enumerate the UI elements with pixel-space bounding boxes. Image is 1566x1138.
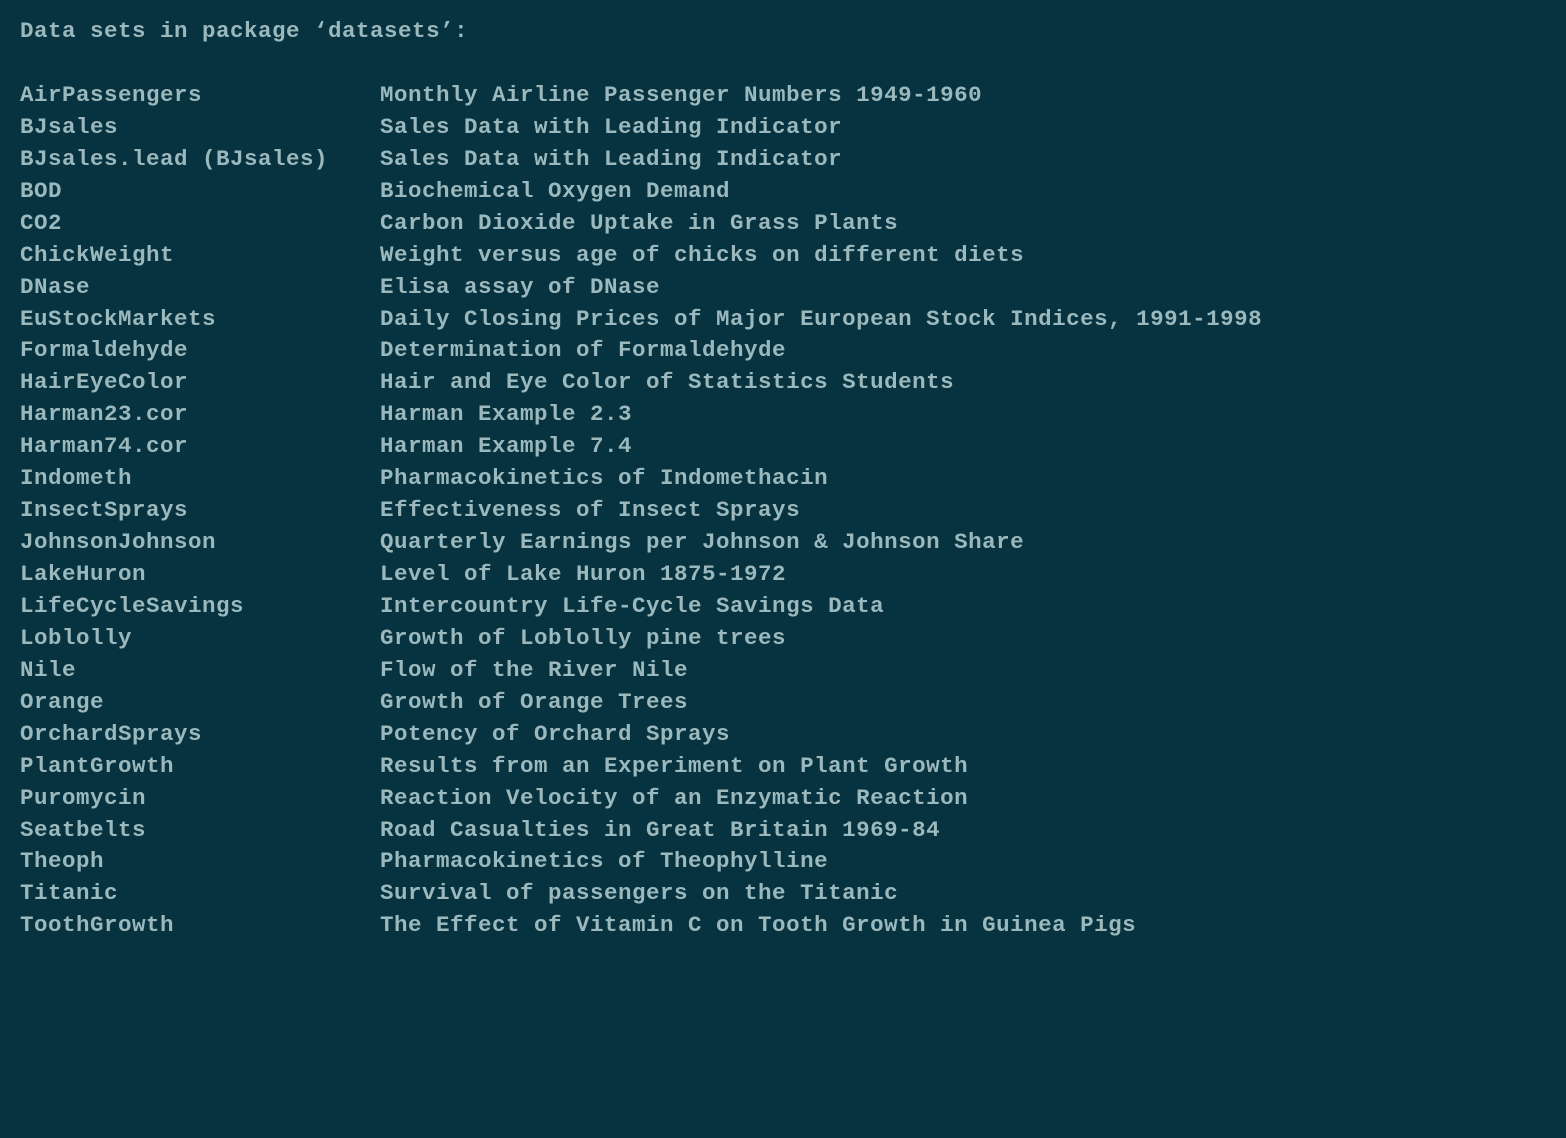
dataset-name: Indometh [20,463,380,495]
dataset-description: Carbon Dioxide Uptake in Grass Plants [380,208,1546,240]
dataset-name: Orange [20,687,380,719]
dataset-name: AirPassengers [20,80,380,112]
dataset-name: DNase [20,272,380,304]
dataset-name: Harman23.cor [20,399,380,431]
dataset-description: Survival of passengers on the Titanic [380,878,1546,910]
dataset-row: BJsales.lead (BJsales)Sales Data with Le… [20,144,1546,176]
dataset-name: Harman74.cor [20,431,380,463]
dataset-description: Harman Example 7.4 [380,431,1546,463]
dataset-row: DNaseElisa assay of DNase [20,272,1546,304]
dataset-description: Hair and Eye Color of Statistics Student… [380,367,1546,399]
dataset-name: PlantGrowth [20,751,380,783]
dataset-row: PuromycinReaction Velocity of an Enzymat… [20,783,1546,815]
dataset-description: Quarterly Earnings per Johnson & Johnson… [380,527,1546,559]
dataset-name: InsectSprays [20,495,380,527]
dataset-name: HairEyeColor [20,367,380,399]
dataset-name: Seatbelts [20,815,380,847]
dataset-name: Titanic [20,878,380,910]
dataset-name: Theoph [20,846,380,878]
dataset-row: BODBiochemical Oxygen Demand [20,176,1546,208]
dataset-description: Biochemical Oxygen Demand [380,176,1546,208]
dataset-row: JohnsonJohnsonQuarterly Earnings per Joh… [20,527,1546,559]
dataset-row: LoblollyGrowth of Loblolly pine trees [20,623,1546,655]
dataset-row: ChickWeightWeight versus age of chicks o… [20,240,1546,272]
dataset-description: Intercountry Life-Cycle Savings Data [380,591,1546,623]
dataset-description: Elisa assay of DNase [380,272,1546,304]
dataset-name: ToothGrowth [20,910,380,942]
dataset-description: The Effect of Vitamin C on Tooth Growth … [380,910,1546,942]
dataset-row: OrchardSpraysPotency of Orchard Sprays [20,719,1546,751]
dataset-name: CO2 [20,208,380,240]
dataset-row: LifeCycleSavingsIntercountry Life-Cycle … [20,591,1546,623]
dataset-description: Weight versus age of chicks on different… [380,240,1546,272]
dataset-description: Sales Data with Leading Indicator [380,144,1546,176]
dataset-name: EuStockMarkets [20,304,380,336]
dataset-name: Loblolly [20,623,380,655]
dataset-description: Daily Closing Prices of Major European S… [380,304,1546,336]
dataset-row: AirPassengersMonthly Airline Passenger N… [20,80,1546,112]
dataset-description: Reaction Velocity of an Enzymatic Reacti… [380,783,1546,815]
dataset-row: LakeHuronLevel of Lake Huron 1875-1972 [20,559,1546,591]
dataset-name: JohnsonJohnson [20,527,380,559]
dataset-row: InsectSpraysEffectiveness of Insect Spra… [20,495,1546,527]
dataset-list: AirPassengersMonthly Airline Passenger N… [20,80,1546,942]
dataset-row: TitanicSurvival of passengers on the Tit… [20,878,1546,910]
dataset-row: ToothGrowthThe Effect of Vitamin C on To… [20,910,1546,942]
dataset-row: SeatbeltsRoad Casualties in Great Britai… [20,815,1546,847]
dataset-name: Nile [20,655,380,687]
dataset-name: BOD [20,176,380,208]
dataset-name: LifeCycleSavings [20,591,380,623]
dataset-description: Level of Lake Huron 1875-1972 [380,559,1546,591]
dataset-description: Potency of Orchard Sprays [380,719,1546,751]
dataset-row: OrangeGrowth of Orange Trees [20,687,1546,719]
dataset-row: PlantGrowthResults from an Experiment on… [20,751,1546,783]
dataset-name: Formaldehyde [20,335,380,367]
dataset-name: BJsales.lead (BJsales) [20,144,380,176]
dataset-row: IndomethPharmacokinetics of Indomethacin [20,463,1546,495]
dataset-row: BJsalesSales Data with Leading Indicator [20,112,1546,144]
dataset-description: Results from an Experiment on Plant Grow… [380,751,1546,783]
dataset-name: ChickWeight [20,240,380,272]
dataset-row: Harman74.corHarman Example 7.4 [20,431,1546,463]
dataset-description: Growth of Orange Trees [380,687,1546,719]
dataset-description: Growth of Loblolly pine trees [380,623,1546,655]
dataset-description: Pharmacokinetics of Theophylline [380,846,1546,878]
dataset-description: Harman Example 2.3 [380,399,1546,431]
dataset-name: BJsales [20,112,380,144]
dataset-row: Harman23.corHarman Example 2.3 [20,399,1546,431]
dataset-description: Pharmacokinetics of Indomethacin [380,463,1546,495]
dataset-name: Puromycin [20,783,380,815]
dataset-description: Flow of the River Nile [380,655,1546,687]
dataset-description: Monthly Airline Passenger Numbers 1949-1… [380,80,1546,112]
dataset-description: Determination of Formaldehyde [380,335,1546,367]
dataset-name: OrchardSprays [20,719,380,751]
dataset-row: EuStockMarketsDaily Closing Prices of Ma… [20,304,1546,336]
dataset-row: HairEyeColorHair and Eye Color of Statis… [20,367,1546,399]
dataset-description: Sales Data with Leading Indicator [380,112,1546,144]
dataset-row: CO2Carbon Dioxide Uptake in Grass Plants [20,208,1546,240]
dataset-description: Effectiveness of Insect Sprays [380,495,1546,527]
dataset-description: Road Casualties in Great Britain 1969-84 [380,815,1546,847]
datasets-header: Data sets in package ‘datasets’: [20,16,1546,48]
dataset-row: TheophPharmacokinetics of Theophylline [20,846,1546,878]
dataset-row: FormaldehydeDetermination of Formaldehyd… [20,335,1546,367]
dataset-name: LakeHuron [20,559,380,591]
dataset-row: NileFlow of the River Nile [20,655,1546,687]
